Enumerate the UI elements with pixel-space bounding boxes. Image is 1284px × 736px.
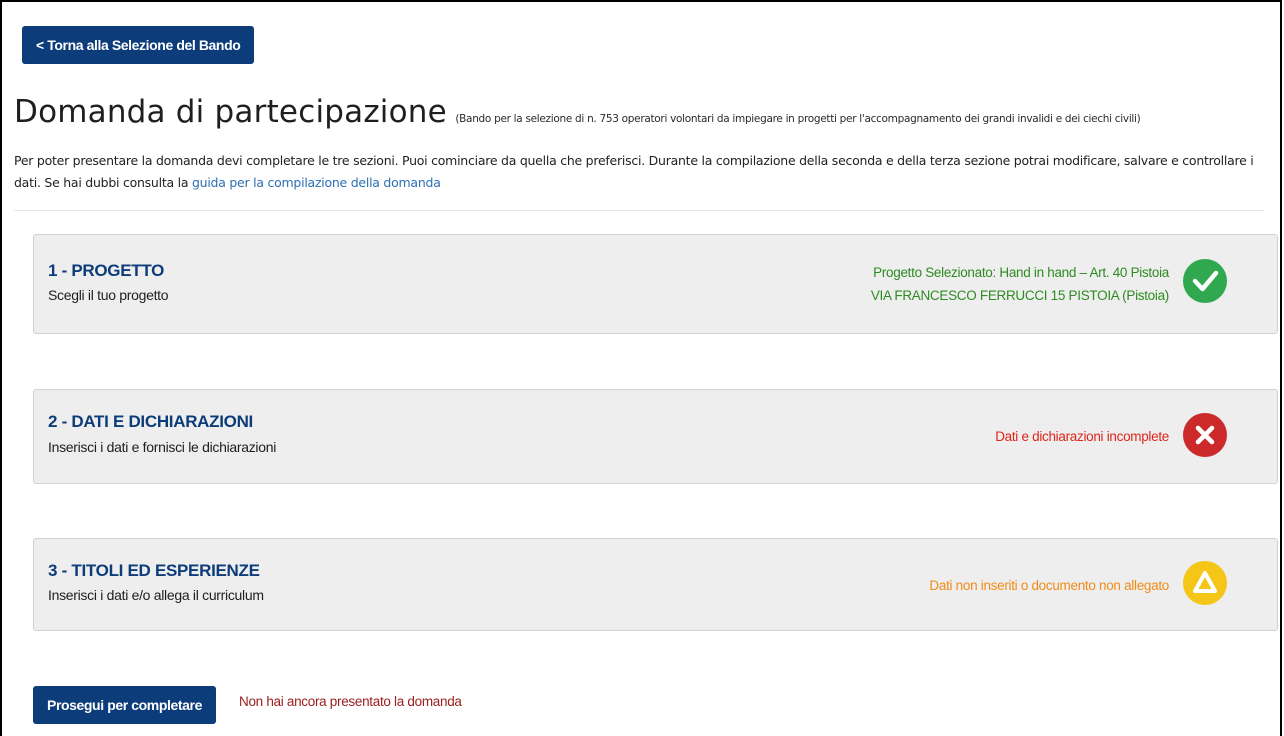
proceed-to-complete-button[interactable]: Prosegui per completare [33, 686, 216, 724]
section-subtitle: Inserisci i dati e fornisci le dichiaraz… [48, 439, 277, 455]
check-circle-icon [1183, 259, 1227, 303]
submission-status-text: Non hai ancora presentato la domanda [239, 694, 462, 709]
compilation-guide-link[interactable]: guida per la compilazione della domanda [192, 175, 441, 190]
section-status: Progetto Selezionato: Hand in hand – Art… [871, 261, 1169, 307]
divider [14, 210, 1264, 211]
section-status: Dati e dichiarazioni incomplete [995, 425, 1169, 448]
warning-triangle-circle-icon [1183, 561, 1227, 605]
section-status: Dati non inseriti o documento non allega… [929, 574, 1169, 597]
section-titoli-esperienze[interactable]: 3 - TITOLI ED ESPERIENZE Inserisci i dat… [33, 538, 1278, 631]
section-progetto[interactable]: 1 - PROGETTO Scegli il tuo progetto Prog… [33, 234, 1278, 334]
x-circle-icon [1183, 413, 1227, 457]
section-status-text: Dati e dichiarazioni incomplete [995, 429, 1169, 444]
section-title: 2 - DATI E DICHIARAZIONI [48, 412, 253, 431]
application-page: < Torna alla Selezione del Bando Domanda… [0, 0, 1282, 736]
page-header: Domanda di partecipazione (Bando per la … [14, 94, 1141, 130]
selected-project-address: VIA FRANCESCO FERRUCCI 15 PISTOIA (Pisto… [870, 288, 1169, 303]
section-title: 1 - PROGETTO [48, 261, 165, 280]
section-subtitle: Scegli il tuo progetto [48, 287, 169, 303]
section-title: 3 - TITOLI ED ESPERIENZE [48, 561, 260, 580]
section-status-text: Dati non inseriti o documento non allega… [929, 578, 1169, 593]
section-dati-dichiarazioni[interactable]: 2 - DATI E DICHIARAZIONI Inserisci i dat… [33, 389, 1278, 484]
selected-project-name: Progetto Selezionato: Hand in hand – Art… [873, 265, 1169, 280]
section-subtitle: Inserisci i dati e/o allega il curriculu… [48, 587, 264, 603]
back-to-bando-selection-button[interactable]: < Torna alla Selezione del Bando [22, 26, 255, 64]
intro-text: Per poter presentare la domanda devi com… [14, 150, 1269, 194]
page-subtitle: (Bando per la selezione di n. 753 operat… [455, 113, 1141, 125]
page-title: Domanda di partecipazione [14, 94, 447, 130]
